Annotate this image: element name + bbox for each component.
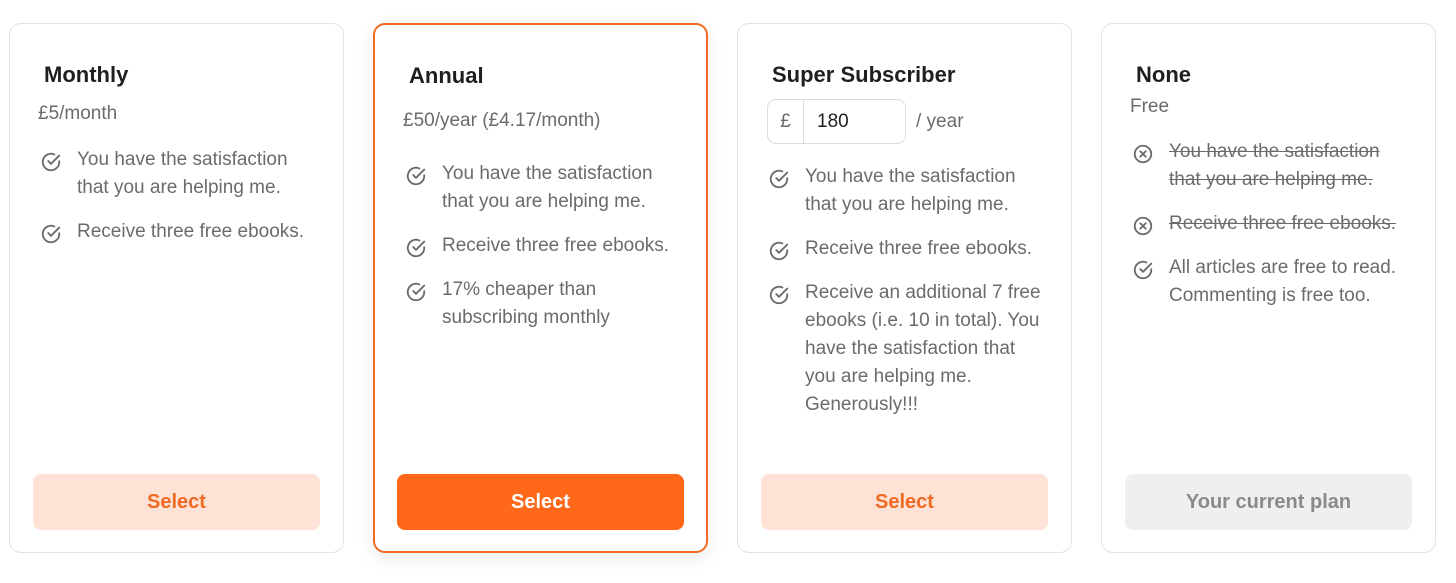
feature-text: 17% cheaper than subscribing monthly bbox=[442, 279, 610, 328]
plan-price: £50/year (£4.17/month) bbox=[403, 110, 601, 131]
amount-row: £ / year bbox=[767, 99, 964, 144]
plan-title: Super Subscriber bbox=[772, 62, 956, 87]
plan-price: Free bbox=[1130, 96, 1170, 117]
check-circle-icon bbox=[769, 285, 789, 305]
check-circle-icon bbox=[41, 224, 61, 244]
feature-item: Receive three free ebooks. bbox=[1132, 210, 1413, 238]
feature-item: You have the satisfaction that you are h… bbox=[405, 160, 684, 216]
check-circle-icon bbox=[406, 282, 426, 302]
feature-item: You have the satisfaction that you are h… bbox=[1132, 138, 1413, 194]
check-circle-icon bbox=[1133, 260, 1153, 280]
feature-list: You have the satisfaction that you are h… bbox=[768, 163, 1049, 435]
feature-text: Receive three free ebooks. bbox=[1169, 213, 1397, 234]
current-plan-button: Your current plan bbox=[1125, 474, 1412, 530]
feature-text: Receive an additional 7 free ebooks (i.e… bbox=[805, 282, 1041, 415]
plan-card-monthly[interactable]: Monthly £5/month You have the satisfacti… bbox=[9, 23, 344, 553]
feature-text: You have the satisfaction that you are h… bbox=[805, 166, 1016, 215]
feature-text: You have the satisfaction that you are h… bbox=[442, 163, 653, 212]
feature-list: You have the satisfaction that you are h… bbox=[40, 146, 321, 262]
feature-text: Receive three free ebooks. bbox=[442, 235, 670, 256]
feature-item: Receive three free ebooks. bbox=[405, 232, 684, 260]
x-circle-icon bbox=[1133, 216, 1153, 236]
feature-list: You have the satisfaction that you are h… bbox=[1132, 138, 1413, 326]
feature-item: 17% cheaper than subscribing monthly bbox=[405, 276, 684, 332]
currency-symbol: £ bbox=[768, 100, 804, 143]
feature-text: You have the satisfaction that you are h… bbox=[77, 149, 288, 198]
plan-card-none: None Free You have the satisfaction that… bbox=[1101, 23, 1436, 553]
check-circle-icon bbox=[406, 166, 426, 186]
check-circle-icon bbox=[406, 238, 426, 258]
feature-item: You have the satisfaction that you are h… bbox=[40, 146, 321, 202]
feature-item: Receive three free ebooks. bbox=[40, 218, 321, 246]
amount-input[interactable] bbox=[804, 100, 905, 143]
select-monthly-button[interactable]: Select bbox=[33, 474, 320, 530]
plan-title: Monthly bbox=[44, 62, 129, 87]
feature-item: Receive an additional 7 free ebooks (i.e… bbox=[768, 279, 1049, 419]
feature-text: All articles are free to read. Commentin… bbox=[1169, 257, 1397, 306]
plan-price: £5/month bbox=[38, 103, 118, 124]
feature-item: You have the satisfaction that you are h… bbox=[768, 163, 1049, 219]
period-label: / year bbox=[916, 110, 964, 132]
check-circle-icon bbox=[769, 241, 789, 261]
feature-text: Receive three free ebooks. bbox=[77, 221, 305, 242]
feature-list: You have the satisfaction that you are h… bbox=[405, 160, 684, 348]
plan-title: Annual bbox=[409, 63, 484, 88]
check-circle-icon bbox=[769, 169, 789, 189]
feature-text: Receive three free ebooks. bbox=[805, 238, 1033, 259]
feature-text: You have the satisfaction that you are h… bbox=[1169, 141, 1380, 190]
plan-card-annual[interactable]: Annual £50/year (£4.17/month) You have t… bbox=[373, 23, 708, 553]
amount-field[interactable]: £ bbox=[767, 99, 906, 144]
x-circle-icon bbox=[1133, 144, 1153, 164]
check-circle-icon bbox=[41, 152, 61, 172]
select-annual-button[interactable]: Select bbox=[397, 474, 684, 530]
plan-card-super-subscriber[interactable]: Super Subscriber £ / year You have the s… bbox=[737, 23, 1072, 553]
feature-item: All articles are free to read. Commentin… bbox=[1132, 254, 1413, 310]
plan-title: None bbox=[1136, 62, 1191, 87]
feature-item: Receive three free ebooks. bbox=[768, 235, 1049, 263]
select-super-subscriber-button[interactable]: Select bbox=[761, 474, 1048, 530]
